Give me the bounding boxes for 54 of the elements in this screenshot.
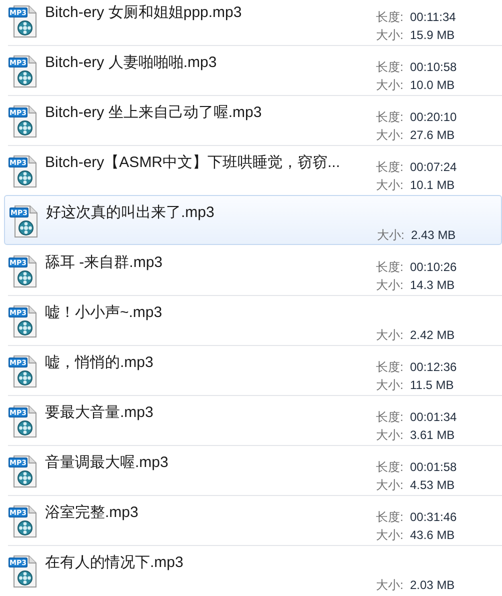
file-name: 浴室完整.mp3	[45, 503, 138, 523]
length-value: 00:31:46	[410, 509, 457, 525]
size-value: 2.43 MB	[411, 227, 456, 243]
file-name: Bitch-ery【ASMR中文】下班哄睡觉，窃窃...	[45, 153, 340, 173]
length-value: 00:07:24	[410, 159, 457, 175]
size-label: 大小:	[376, 477, 404, 493]
length-label: 长度:	[376, 459, 404, 475]
file-name: 在有人的情况下.mp3	[45, 553, 184, 573]
file-name: Bitch-ery 女厕和姐姐ppp.mp3	[45, 3, 242, 23]
size-value: 10.1 MB	[410, 177, 455, 193]
length-label: 长度:	[376, 359, 404, 375]
file-name: 好这次真的叫出来了.mp3	[46, 203, 214, 223]
file-name: 音量调最大喔.mp3	[45, 453, 168, 473]
size-label: 大小:	[376, 277, 404, 293]
size-label: 大小:	[376, 577, 404, 593]
length-label: 长度:	[376, 409, 404, 425]
file-name: 舔耳 -来自群.mp3	[45, 253, 163, 273]
size-label: 大小:	[376, 527, 404, 543]
size-value: 3.61 MB	[410, 427, 455, 443]
size-value: 15.9 MB	[410, 27, 455, 43]
length-label: 长度:	[376, 59, 404, 75]
size-value: 11.5 MB	[410, 377, 454, 393]
length-label: 长度:	[376, 9, 404, 25]
length-label: 长度:	[376, 109, 404, 125]
size-value: 14.3 MB	[410, 277, 455, 293]
size-label: 大小:	[376, 377, 404, 393]
length-value: 00:10:58	[410, 59, 457, 75]
file-name: 要最大音量.mp3	[45, 403, 154, 423]
size-value: 43.6 MB	[410, 527, 455, 543]
size-label: 大小:	[376, 77, 404, 93]
length-value: 00:01:34	[410, 409, 457, 425]
length-value: 00:12:36	[410, 359, 457, 375]
size-label: 大小:	[376, 427, 404, 443]
file-name: 嘘！小小声~.mp3	[45, 303, 162, 323]
length-value: 00:10:26	[410, 259, 457, 275]
length-value: 00:20:10	[410, 109, 457, 125]
size-label: 大小:	[377, 227, 404, 243]
length-label: 长度:	[376, 159, 404, 175]
size-value: 10.0 MB	[410, 77, 455, 93]
size-label: 大小:	[376, 327, 404, 343]
size-label: 大小:	[376, 27, 404, 43]
file-name: Bitch-ery 坐上来自己动了喔.mp3	[45, 103, 262, 123]
size-label: 大小:	[376, 127, 404, 143]
size-value: 2.42 MB	[410, 327, 455, 343]
length-label: 长度:	[376, 259, 404, 275]
file-name: Bitch-ery 人妻啪啪啪.mp3	[45, 53, 217, 73]
length-value: 00:01:58	[410, 459, 457, 475]
file-name: 嘘，悄悄的.mp3	[45, 353, 154, 373]
size-value: 2.03 MB	[410, 577, 455, 593]
size-label: 大小:	[376, 177, 404, 193]
size-value: 4.53 MB	[410, 477, 455, 493]
length-label: 长度:	[376, 509, 404, 525]
size-value: 27.6 MB	[410, 127, 455, 143]
length-value: 00:11:34	[410, 9, 456, 25]
